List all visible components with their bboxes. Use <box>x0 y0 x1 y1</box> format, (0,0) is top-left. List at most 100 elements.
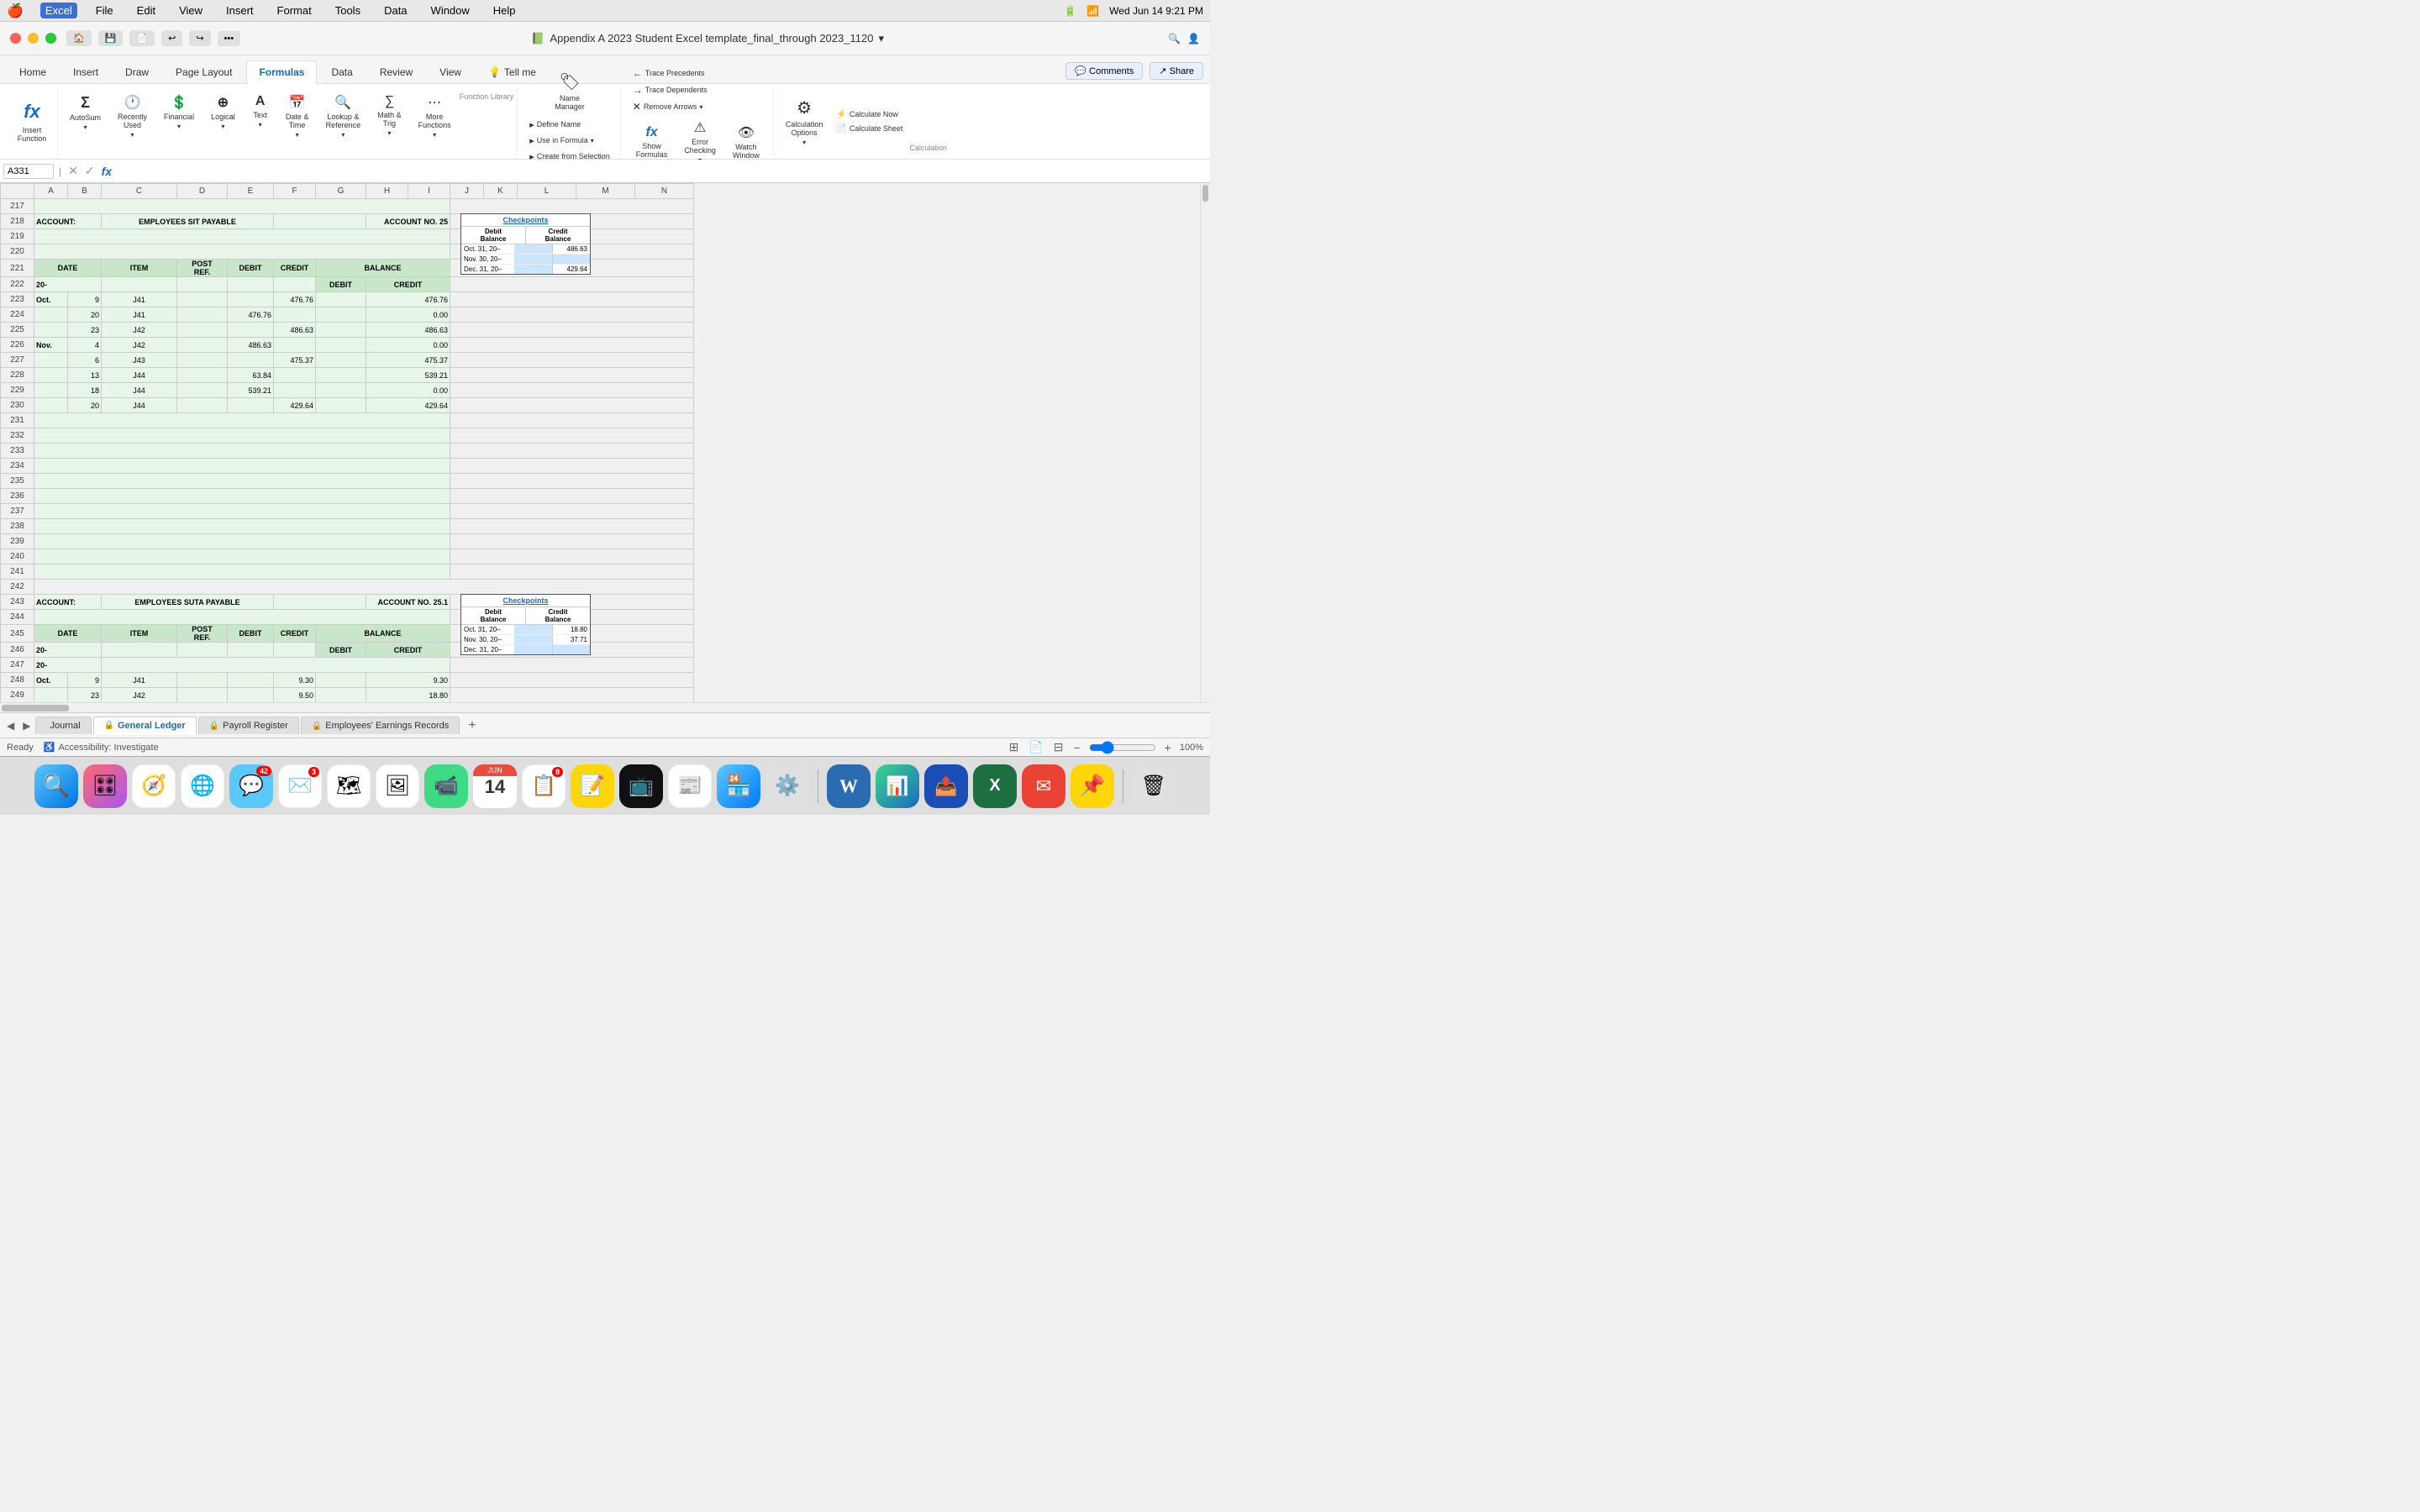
item-225[interactable]: J42 <box>102 323 177 338</box>
accessibility-status[interactable]: ♿ Accessibility: Investigate <box>44 742 159 753</box>
row-header-218[interactable]: 218 <box>1 214 34 229</box>
search-icon[interactable]: 🔍 <box>1168 33 1181 45</box>
row-header-226[interactable]: 226 <box>1 338 34 353</box>
row-header-225[interactable]: 225 <box>1 323 34 338</box>
use-in-formula-button[interactable]: ▸Use in Formula▾ <box>526 134 613 148</box>
redo-button[interactable]: ↪ <box>189 30 210 46</box>
col-header-h[interactable]: H <box>366 184 408 199</box>
row-header-245[interactable]: 245 <box>1 625 34 643</box>
more-functions-button[interactable]: ⋯ MoreFunctions ▾ <box>412 91 458 142</box>
col-header-e[interactable]: E <box>228 184 274 199</box>
credit-227[interactable]: 475.37 <box>274 353 316 368</box>
dock-outlook[interactable]: 📤 <box>924 764 968 808</box>
dock-reminders[interactable]: 📋 8 <box>522 764 566 808</box>
zoom-in-button[interactable]: + <box>1163 739 1173 756</box>
formula-insert-icon[interactable]: fx <box>100 163 113 180</box>
sheet-tab-payroll[interactable]: 🔒 Payroll Register <box>198 717 299 734</box>
sheet-tab-general-ledger[interactable]: 🔒 General Ledger <box>93 717 197 735</box>
dock-launchpad[interactable]: 🎛 <box>83 764 127 808</box>
row-header-230[interactable]: 230 <box>1 398 34 413</box>
minimize-button[interactable] <box>28 33 39 44</box>
day-226[interactable]: 4 <box>68 338 102 353</box>
bal-credit-226[interactable]: 0.00 <box>366 338 450 353</box>
row-header-227[interactable]: 227 <box>1 353 34 368</box>
menu-data[interactable]: Data <box>379 3 412 18</box>
comments-button[interactable]: 💬 Comments <box>1065 62 1143 80</box>
bal-credit-230[interactable]: 429.64 <box>366 398 450 413</box>
row-header-217[interactable]: 217 <box>1 199 34 214</box>
zoom-out-button[interactable]: − <box>1071 739 1081 756</box>
bal-debit-223[interactable] <box>316 292 366 307</box>
col-header-k[interactable]: K <box>484 184 518 199</box>
col-header-b[interactable]: B <box>68 184 102 199</box>
maximize-button[interactable] <box>45 33 56 44</box>
normal-view-button[interactable]: ⊞ <box>1007 738 1021 756</box>
menu-insert[interactable]: Insert <box>221 3 259 18</box>
col-header-n[interactable]: N <box>635 184 694 199</box>
text-button[interactable]: A Text ▾ <box>245 91 276 132</box>
item-226[interactable]: J42 <box>102 338 177 353</box>
menu-file[interactable]: File <box>91 3 118 18</box>
col-header-j[interactable]: J <box>450 184 484 199</box>
formula-input[interactable] <box>117 165 1207 178</box>
tab-home[interactable]: Home <box>7 60 59 83</box>
calculation-options-button[interactable]: ⚙ CalculationOptions ▾ <box>779 91 830 152</box>
sheet-nav-next[interactable]: ▶ <box>19 717 34 735</box>
dock-photos[interactable]: 🖼 <box>376 764 419 808</box>
day-229[interactable]: 18 <box>68 383 102 398</box>
bal-credit-228[interactable]: 539.21 <box>366 368 450 383</box>
row-header-223[interactable]: 223 <box>1 292 34 307</box>
day-225[interactable]: 23 <box>68 323 102 338</box>
menu-excel[interactable]: Excel <box>40 3 77 18</box>
trace-dependents-button[interactable]: →Trace Dependents <box>629 82 766 97</box>
dock-finder[interactable]: 🔍 <box>34 764 78 808</box>
vertical-scrollbar[interactable] <box>1200 183 1210 702</box>
col-header-d[interactable]: D <box>177 184 228 199</box>
tab-data[interactable]: Data <box>318 60 365 83</box>
name-manager-button[interactable]: 🏷 NameManager <box>526 68 613 114</box>
credit-225[interactable]: 486.63 <box>274 323 316 338</box>
row-header-222[interactable]: 222 <box>1 277 34 292</box>
calculate-sheet-button[interactable]: 📄Calculate Sheet <box>833 123 906 135</box>
zoom-slider[interactable] <box>1089 741 1156 754</box>
undo-button[interactable]: ↩ <box>161 30 182 46</box>
share-button[interactable]: ↗ Share <box>1150 62 1203 80</box>
autosum-button[interactable]: Σ AutoSum ▾ <box>63 91 108 134</box>
horizontal-scrollbar[interactable] <box>0 702 1210 712</box>
trace-precedents-button[interactable]: ←Trace Precedents <box>629 66 766 81</box>
sheet-tab-journal[interactable]: Journal <box>35 717 91 734</box>
dock-maps[interactable]: 🗺 <box>327 764 371 808</box>
date-time-button[interactable]: 📅 Date &Time ▾ <box>279 91 316 142</box>
spreadsheet-scroll[interactable]: A B C D E F G H I J K L M N <box>0 183 1200 702</box>
credit-230[interactable]: 429.64 <box>274 398 316 413</box>
dock-mail[interactable]: ✉️ 3 <box>278 764 322 808</box>
menu-tools[interactable]: Tools <box>330 3 366 18</box>
col-header-l[interactable]: L <box>518 184 576 199</box>
apple-menu[interactable]: 🍎 <box>7 3 24 19</box>
debit-228[interactable]: 63.84 <box>228 368 274 383</box>
financial-button[interactable]: 💲 Financial ▾ <box>157 91 201 134</box>
name-box[interactable] <box>3 164 54 179</box>
dock-excel[interactable]: X <box>973 764 1017 808</box>
tab-review[interactable]: Review <box>367 60 425 83</box>
day-230[interactable]: 20 <box>68 398 102 413</box>
page-layout-view-button[interactable]: 📄 <box>1027 738 1044 756</box>
menu-help[interactable]: Help <box>488 3 521 18</box>
dock-calendar[interactable]: JUN 14 <box>473 764 517 808</box>
page-break-view-button[interactable]: ⊟ <box>1052 738 1065 756</box>
postref-223[interactable] <box>177 292 228 307</box>
remove-arrows-button[interactable]: ✕Remove Arrows▾ <box>629 99 766 114</box>
col-header-m[interactable]: M <box>576 184 635 199</box>
menu-window[interactable]: Window <box>426 3 475 18</box>
row-header-220[interactable]: 220 <box>1 244 34 260</box>
debit-223[interactable] <box>228 292 274 307</box>
debit-224[interactable]: 476.76 <box>228 307 274 323</box>
month-223[interactable]: Oct. <box>34 292 68 307</box>
day-223[interactable]: 9 <box>68 292 102 307</box>
item-229[interactable]: J44 <box>102 383 177 398</box>
row-header-221[interactable]: 221 <box>1 260 34 277</box>
col-header-f[interactable]: F <box>274 184 316 199</box>
logical-button[interactable]: ⊕ Logical ▾ <box>204 91 242 134</box>
bal-credit-229[interactable]: 0.00 <box>366 383 450 398</box>
credit-223[interactable]: 476.76 <box>274 292 316 307</box>
